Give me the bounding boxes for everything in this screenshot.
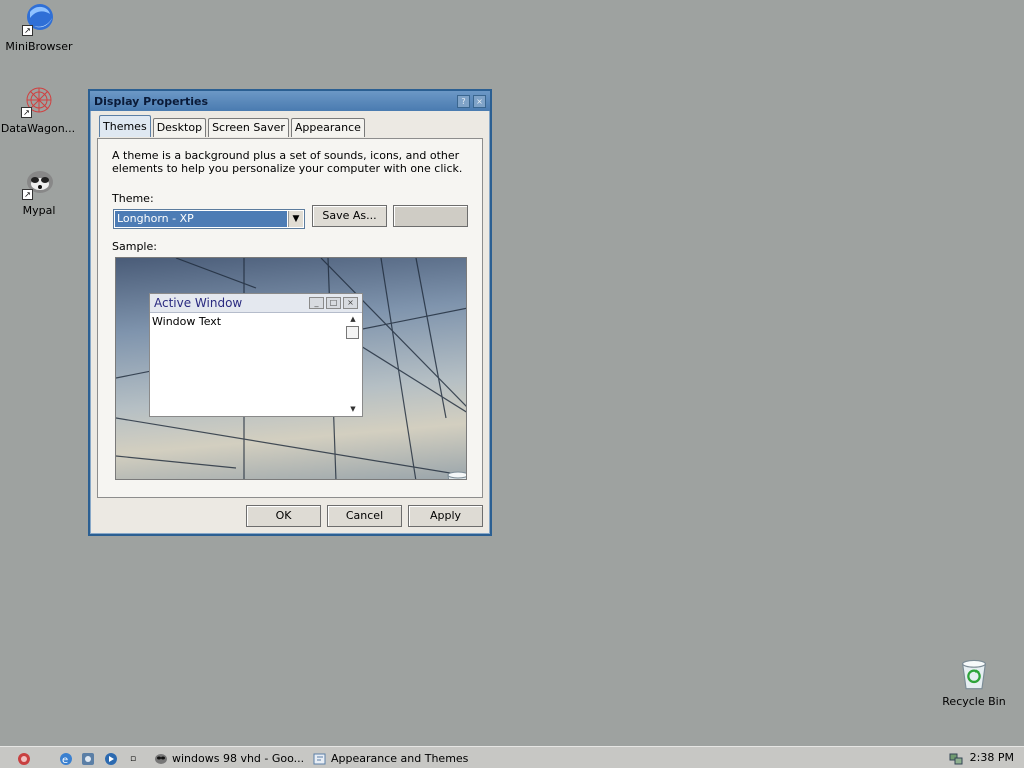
taskbar: e ▫ windows 98 vhd - Goo... Appearance a… xyxy=(0,746,1024,768)
window-titlebar[interactable]: Display Properties ? × xyxy=(90,91,490,111)
tab-strip: Themes Desktop Screen Saver Appearance xyxy=(99,115,365,137)
recycle-bin-label: Recycle Bin xyxy=(942,695,1006,708)
tab-screen-saver[interactable]: Screen Saver xyxy=(208,118,289,137)
minimize-icon: _ xyxy=(309,297,324,309)
task-label: Appearance and Themes xyxy=(331,752,469,765)
close-icon: × xyxy=(343,297,358,309)
maximize-icon: □ xyxy=(326,297,341,309)
scroll-up-icon: ▲ xyxy=(350,315,356,323)
tab-themes[interactable]: Themes xyxy=(99,115,151,137)
scroll-down-icon: ▼ xyxy=(350,405,356,413)
minibrowser-icon: ↗ xyxy=(22,2,56,36)
task-label: windows 98 vhd - Goo... xyxy=(172,752,305,765)
shortcut-arrow-icon: ↗ xyxy=(22,25,33,36)
quicklaunch-media[interactable] xyxy=(103,750,119,767)
start-button[interactable] xyxy=(16,750,32,767)
theme-selected-value: Longhorn - XP xyxy=(115,211,287,227)
cancel-button[interactable]: Cancel xyxy=(327,505,402,527)
task-button-windows98[interactable]: windows 98 vhd - Goo... xyxy=(154,750,304,767)
delete-button[interactable] xyxy=(393,205,468,227)
app-icon xyxy=(82,752,94,765)
help-button[interactable]: ? xyxy=(457,94,470,108)
quicklaunch-app[interactable] xyxy=(80,750,96,767)
desktop-icon-recycle-bin[interactable]: Recycle Bin xyxy=(936,657,1012,708)
media-player-icon xyxy=(105,752,117,765)
close-button[interactable]: × xyxy=(473,94,486,108)
start-icon xyxy=(18,752,30,765)
scroll-thumb xyxy=(346,326,359,339)
themes-panel: A theme is a background plus a set of so… xyxy=(97,138,483,498)
tab-desktop[interactable]: Desktop xyxy=(152,118,207,137)
shortcut-arrow-icon: ↗ xyxy=(22,189,33,200)
desktop-icon-label: Mypal xyxy=(22,204,56,217)
raccoon-icon xyxy=(155,753,167,764)
desktop-icon-datawagon[interactable]: ↗ DataWagon... xyxy=(0,84,76,135)
tray-network-icon[interactable] xyxy=(948,750,964,767)
show-desktop-button[interactable]: ▫ xyxy=(130,750,136,767)
clock[interactable]: 2:38 PM xyxy=(970,751,1014,764)
desktop-icon-minibrowser[interactable]: ↗ MiniBrowser xyxy=(1,2,77,53)
desktop-icon-label: MiniBrowser xyxy=(5,40,73,53)
theme-description: A theme is a background plus a set of so… xyxy=(112,149,463,175)
save-as-button[interactable]: Save As... xyxy=(312,205,387,227)
theme-sample-preview: Active Window _ □ × Window Text ▲ ▼ xyxy=(115,257,467,480)
datawagon-icon: ↗ xyxy=(21,84,55,118)
apply-button[interactable]: Apply xyxy=(408,505,483,527)
mypal-raccoon-icon: ↗ xyxy=(22,166,56,200)
sample-window-title: Active Window xyxy=(154,296,243,310)
sample-label: Sample: xyxy=(112,240,157,253)
ok-button[interactable]: OK xyxy=(246,505,321,527)
desktop-icon-label: DataWagon... xyxy=(0,122,76,135)
internet-explorer-icon: e xyxy=(60,752,72,766)
desktop-icon-mypal[interactable]: ↗ Mypal xyxy=(1,166,77,217)
recycle-bin-icon xyxy=(957,657,991,691)
svg-text:e: e xyxy=(62,755,68,766)
display-properties-window: Display Properties ? × Themes Desktop Sc… xyxy=(88,89,492,536)
theme-dropdown[interactable]: Longhorn - XP ▼ xyxy=(113,209,305,229)
control-panel-icon xyxy=(313,753,326,764)
window-title: Display Properties xyxy=(94,94,209,108)
sample-window-text: Window Text xyxy=(152,315,222,328)
theme-label: Theme: xyxy=(112,192,154,205)
network-icon xyxy=(949,753,963,764)
quicklaunch-ie[interactable]: e xyxy=(58,750,74,767)
tab-appearance[interactable]: Appearance xyxy=(290,118,365,137)
task-button-appearance[interactable]: Appearance and Themes xyxy=(313,750,468,767)
sample-active-window: Active Window _ □ × Window Text ▲ ▼ xyxy=(149,293,363,417)
chevron-down-icon[interactable]: ▼ xyxy=(288,211,303,227)
shortcut-arrow-icon: ↗ xyxy=(21,107,32,118)
sample-scrollbar: ▲ ▼ xyxy=(346,315,360,415)
show-desktop-icon: ▫ xyxy=(130,753,137,764)
